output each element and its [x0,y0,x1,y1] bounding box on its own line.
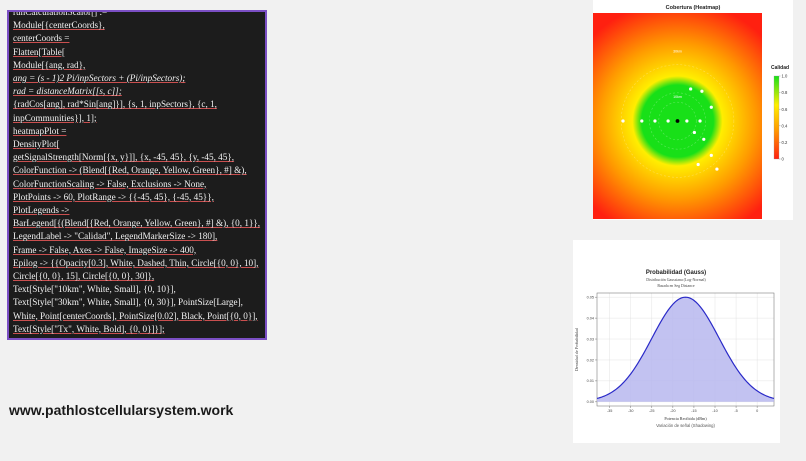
legend-tick-label: 1.0 [782,74,788,79]
code-line: LegendLabel -> "Calidad", LegendMarkerSi… [13,231,218,242]
legend-tick-label: 0 [782,157,785,162]
legend-tick-label: 0.8 [782,90,788,95]
gauss-subtitle: Basada en Seg Distance [657,284,695,288]
gauss-title: Probabilidad (Gauss) [646,270,706,276]
code-line: centerCoords = [13,33,70,44]
code-line: rad = distanceMatrix[[s, c]]; [13,86,122,97]
community-point [709,153,713,157]
y-tick-label: 0.04 [587,316,594,320]
x-axis-label: Potencia Recibida (dBm) [664,416,707,421]
x-tick-label: -35 [607,409,613,413]
heatmap-chart: Cobertura (Heatmap) 30km 10km Calidad 1.0 0.8… [593,5,789,219]
legend-label: Calidad [771,65,789,71]
community-point [715,167,719,171]
transmitter-point [675,119,680,123]
code-line: BarLegend[{(Blend[{Red, Orange, Yellow, … [13,218,261,229]
code-line: Module[{centerCoords}, [13,20,105,31]
heatmap-annotation: 10km [673,95,682,99]
code-line: getSignalStrength[Norm[{x, y}]], {x, -45… [13,152,235,163]
x-tick-label: -10 [712,409,718,413]
legend-tick-label: 0.4 [782,123,788,128]
code-line: ColorFunction -> (Blend[{Red, Orange, Ye… [13,165,247,176]
x-tick-label: -5 [734,409,737,413]
code-line: calcGauss[]; [13,336,263,338]
community-point [666,119,670,123]
community-point [640,119,644,123]
y-tick-label: 0.01 [587,379,594,383]
code-line: PlotPoints -> 60, PlotRange -> {{-45, 45… [13,191,214,202]
x-tick-label: -30 [628,409,634,413]
community-point [692,130,696,135]
community-point [685,119,689,123]
legend-tick-label: 0.2 [782,140,788,145]
gauss-area [597,297,774,402]
x-tick-label: -15 [691,409,697,413]
legend-tick-label: 0.6 [782,107,788,112]
code-line: DensityPlot[ [13,139,60,150]
gauss-chart: Probabilidad (Gauss) Distribución Gaussia… [574,270,775,428]
code-line: inpCommunities}], 1]; [13,112,97,123]
code-line: PlotLegends -> [13,205,70,216]
community-point [702,137,706,141]
y-tick-label: 0.05 [587,295,594,299]
heatmap-annotation: 30km [673,49,682,53]
code-editor-panel[interactable]: runCalculationScalor[] := Module[{centerC… [7,10,267,340]
heatmap-chart-card: Cobertura (Heatmap) 30km 10km Calidad 1.0 0.8… [593,0,793,220]
code-line: Text[Style["10km", White, Small], {0, 10… [13,284,176,295]
code-line: Text[Style["Tx", White, Bold], {0, 0}]}]… [13,323,165,334]
gauss-chart-card: Probabilidad (Gauss) Distribución Gaussia… [573,240,780,443]
code-line: Epilog -> {{Opacity[0.3], White, Dashed,… [13,257,259,268]
code-line: Flatten[Table[ [13,46,65,57]
site-url: www.pathlostcellularsystem.work [9,402,234,418]
x-tick-label: -20 [670,409,676,413]
y-axis-label: Densidad de Probabilidad [574,327,579,371]
code-line: Text[Style["30km", White, Small], {0, 30… [13,297,243,308]
community-point [709,105,713,109]
y-tick-label: 0.00 [587,400,594,404]
community-point [696,162,700,167]
community-point [700,89,704,93]
code-line: Frame -> False, Axes -> False, ImageSize… [13,244,197,255]
legend-colorbar [773,75,780,160]
code-line: White, Point[centerCoords], PointSize[0.… [13,310,258,321]
community-point [621,119,625,123]
community-point [689,87,693,91]
x-tick-label: 0 [756,409,758,413]
code-line: ColorFunctionScaling -> False, Exclusion… [13,178,207,189]
code-line: ang = (s - 1)2 Pi/inpSectors + (Pi/inpSe… [13,73,186,84]
heatmap-title: Cobertura (Heatmap) [666,5,721,11]
y-tick-label: 0.03 [587,337,594,341]
code-line: Module[{ang, rad}, [13,59,86,70]
community-point [698,119,702,123]
gauss-subtitle: Distribución Gaussiana (Log-Normal) [646,278,706,282]
community-point [653,119,657,123]
chart-footer: Variación de señal (Shadowing) [656,423,715,428]
code-listing: runCalculationScalor[] := Module[{centerC… [13,10,263,338]
y-tick-label: 0.02 [587,358,594,362]
code-line: Circle[{0, 0}, 15], Circle[{0, 0}, 30]}, [13,271,155,282]
x-tick-label: -25 [649,409,655,413]
code-line: runCalculationScalor[] := [13,10,108,17]
code-line: {radCos[ang], rad*Sin[ang]}], {s, 1, inp… [13,99,217,110]
code-line: heatmapPlot = [13,125,67,136]
